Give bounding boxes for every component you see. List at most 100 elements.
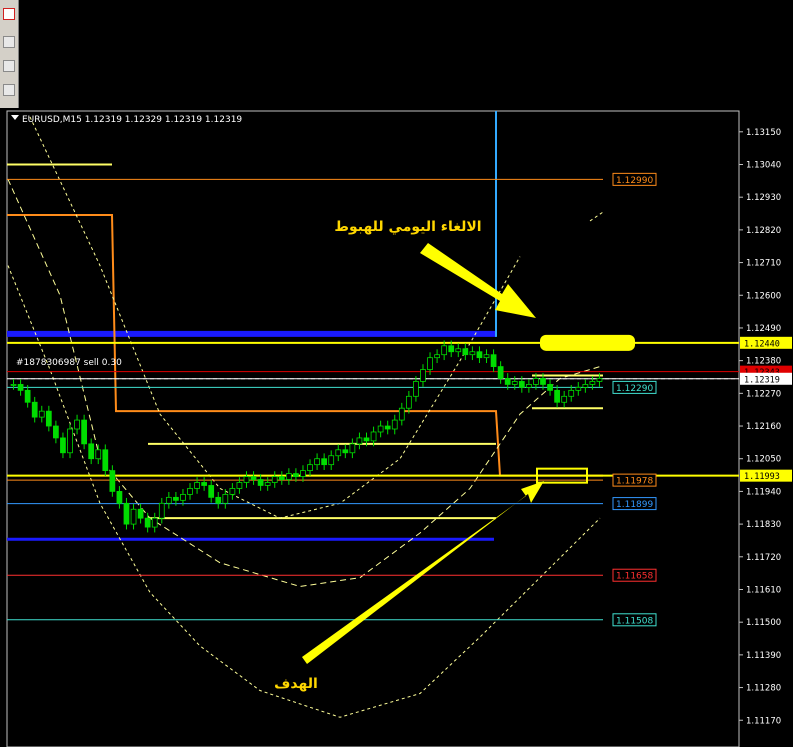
candle-body xyxy=(441,345,448,356)
candle-body xyxy=(384,425,391,430)
candle-body xyxy=(38,410,45,418)
candle-body xyxy=(53,425,59,439)
candle-body xyxy=(596,378,603,382)
candle-body xyxy=(236,482,243,489)
y-axis-tick-label: 1.11830 xyxy=(746,520,781,530)
plot-frame xyxy=(6,110,740,747)
candle-body xyxy=(377,425,384,433)
candle-body xyxy=(561,395,568,403)
candle-body xyxy=(158,502,165,519)
candle-body xyxy=(349,443,356,454)
candle-body xyxy=(455,348,462,353)
candle-body xyxy=(208,485,215,498)
candle-body xyxy=(497,366,504,379)
candle-body xyxy=(568,389,575,397)
candle-body xyxy=(137,508,144,519)
y-axis-tick-label: 1.11170 xyxy=(746,716,781,726)
candle-body xyxy=(215,496,222,504)
candle-body xyxy=(257,479,264,486)
candle-body xyxy=(448,345,455,353)
candle-body xyxy=(67,428,73,454)
y-axis-tick-label: 1.11280 xyxy=(746,684,781,694)
candle-body xyxy=(109,470,116,492)
candle-body xyxy=(180,493,186,501)
candle-body xyxy=(342,449,349,454)
y-axis-tick-label: 1.12160 xyxy=(746,422,781,432)
candle-body xyxy=(321,458,328,466)
candle-body xyxy=(271,476,278,483)
candle-body xyxy=(511,381,518,385)
level-price-label: 1.11508 xyxy=(616,616,653,626)
candle-body xyxy=(10,384,17,386)
candle-body xyxy=(391,419,398,430)
candle-body xyxy=(278,476,285,480)
level-price-label: 1.11899 xyxy=(616,500,653,510)
candle-body xyxy=(504,378,511,385)
y-axis-tick-label: 1.11610 xyxy=(746,585,781,595)
candle-body xyxy=(363,437,370,442)
y-axis-tick-label: 1.12710 xyxy=(746,259,781,269)
candle-body xyxy=(229,488,236,495)
order-line-label: #1878306987 sell 0.30 xyxy=(16,358,122,368)
y-axis-tick-label: 1.12380 xyxy=(746,357,781,367)
candle-body xyxy=(335,449,342,457)
candle-body xyxy=(74,419,80,430)
y-axis-tick-label: 1.12270 xyxy=(746,389,781,399)
cancel-level-highlight xyxy=(540,334,635,351)
candle-body xyxy=(582,384,589,388)
candle-body xyxy=(427,357,433,370)
candle-body xyxy=(243,476,250,483)
price-chart[interactable]: 1.12990 1.12290 1.11978 1.11899 1.11658 1.115… xyxy=(0,0,793,747)
candle-body xyxy=(300,470,306,477)
y-axis-tick-label: 1.12820 xyxy=(746,226,781,236)
candle-body xyxy=(476,351,483,359)
candle-body xyxy=(540,378,546,385)
candle-body xyxy=(144,517,151,528)
level-price-label: 1.11658 xyxy=(616,572,653,582)
candle-body xyxy=(285,473,292,480)
candle-body xyxy=(151,517,158,528)
candle-body xyxy=(81,419,87,445)
chart-title: EURUSD,M15 1.12319 1.12329 1.12319 1.123… xyxy=(22,115,242,125)
candle-body xyxy=(314,458,320,466)
candle-body xyxy=(187,488,193,495)
candle-body xyxy=(95,449,102,460)
candle-body xyxy=(17,384,24,391)
candle-body xyxy=(88,443,95,460)
candle-body xyxy=(60,437,66,454)
candle-body xyxy=(462,348,469,356)
y-axis-tick-label: 1.11940 xyxy=(746,487,781,497)
candle-body xyxy=(589,381,596,385)
candle-body xyxy=(370,431,377,442)
candle-body xyxy=(575,386,582,391)
candle-body xyxy=(533,378,539,385)
target-annotation: الهدف xyxy=(274,676,318,692)
y-axis-tick-label: 1.12600 xyxy=(746,291,781,301)
daily-cancel-annotation: الالغاء اليومي للهبوط xyxy=(334,219,481,235)
y-axis-tick-label: 1.11500 xyxy=(746,618,781,628)
candle-body xyxy=(250,476,257,480)
candle-body xyxy=(24,389,31,403)
y-axis-tick-label: 1.13040 xyxy=(746,160,781,170)
candle-body xyxy=(194,482,200,489)
candle-body xyxy=(31,401,38,418)
level-price-label: 1.12290 xyxy=(616,384,653,394)
y-axis-tick-label: 1.13150 xyxy=(746,128,781,138)
axis-price-label: 1.12440 xyxy=(744,339,780,349)
candle-body xyxy=(356,437,363,445)
candle-body xyxy=(328,455,335,466)
candle-body xyxy=(490,354,497,367)
candle-body xyxy=(547,384,553,391)
candle-body xyxy=(45,410,52,427)
candle-body xyxy=(165,496,172,504)
candle-body xyxy=(554,389,560,403)
level-price-label: 1.12990 xyxy=(616,176,653,186)
y-axis-tick-label: 1.12490 xyxy=(746,324,781,334)
candle-body xyxy=(173,496,179,501)
candle-body xyxy=(469,351,476,356)
candle-body xyxy=(420,369,426,382)
candle-body xyxy=(201,482,208,486)
candle-body xyxy=(434,354,440,359)
y-axis-tick-label: 1.12930 xyxy=(746,193,781,203)
candle-body xyxy=(398,407,405,421)
